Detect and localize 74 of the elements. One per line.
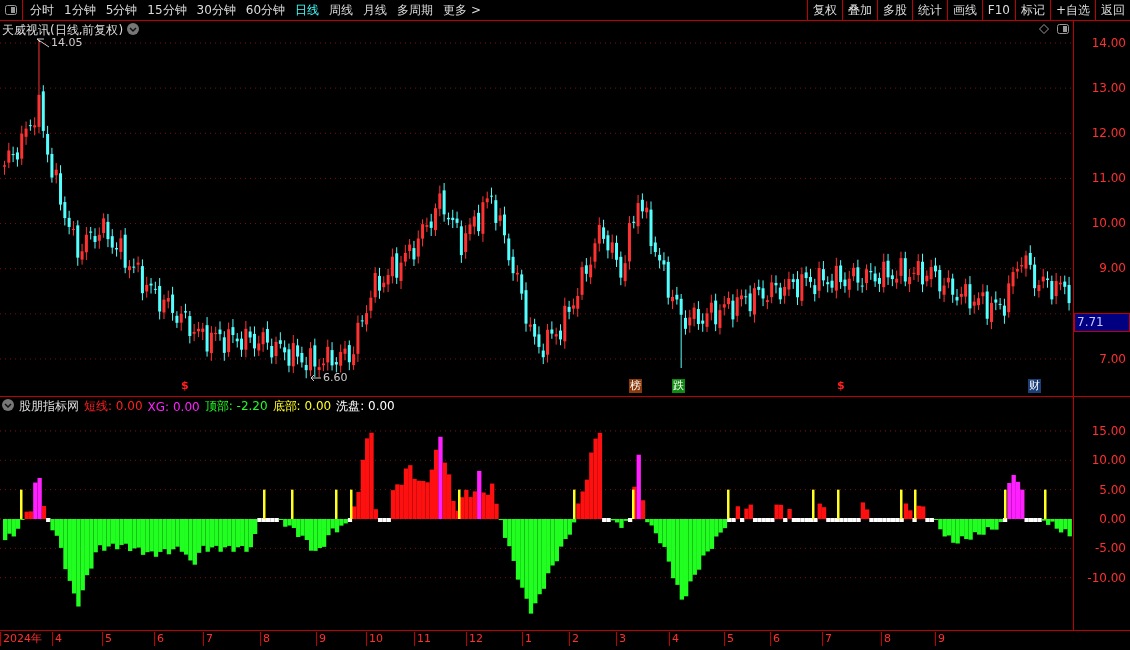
- period-tab[interactable]: 5分钟: [100, 0, 143, 20]
- date-axis-label: 3: [616, 632, 626, 646]
- indicator-name: 股朋指标网: [19, 398, 79, 415]
- legend-value: XG: 0.00: [147, 399, 200, 414]
- diamond-icon[interactable]: [1039, 24, 1049, 34]
- date-axis-label: 8: [260, 632, 270, 646]
- event-badge: 榜: [629, 379, 642, 393]
- date-axis-label: 9: [316, 632, 326, 646]
- period-tab[interactable]: 15分钟: [142, 0, 192, 20]
- period-tab[interactable]: 分时: [25, 0, 59, 20]
- legend-value: 顶部: -2.20: [204, 398, 268, 415]
- date-axis-label: 6: [770, 632, 780, 646]
- date-axis-label: 2: [569, 632, 579, 646]
- period-tab[interactable]: 更多 >: [438, 0, 486, 20]
- indicator-tick-label: 0.00: [1099, 512, 1126, 527]
- date-axis-label: 5: [102, 632, 112, 646]
- indicator-tick-label: -5.00: [1094, 541, 1126, 556]
- leader-arrow-icon: [310, 373, 322, 382]
- period-tab[interactable]: 日线: [290, 0, 325, 20]
- leader-arrow-icon: [36, 37, 50, 48]
- toolbar-button[interactable]: F10: [981, 0, 1015, 20]
- period-tab[interactable]: 60分钟: [240, 0, 291, 20]
- low-price-label: 6.60: [323, 371, 348, 384]
- date-axis-label: 10: [366, 632, 383, 646]
- date-axis-label: 7: [203, 632, 213, 646]
- panel-toggle-icon[interactable]: [5, 5, 17, 15]
- toolbar-button[interactable]: 标记: [1014, 0, 1050, 20]
- price-tick-label: 10.00: [1091, 216, 1126, 230]
- indicator-tick-label: 5.00: [1099, 482, 1126, 497]
- date-axis-label: 7: [822, 632, 832, 646]
- signal-mark: $: [836, 379, 846, 393]
- signal-mark: $: [180, 379, 190, 393]
- toolbar-button[interactable]: 多股: [876, 0, 912, 20]
- price-tick-label: 9.00: [1099, 261, 1126, 275]
- price-tick-label: 7.00: [1099, 352, 1126, 366]
- price-tick-label: 13.00: [1091, 81, 1126, 95]
- price-tick-label: 11.00: [1091, 171, 1126, 185]
- panel-toggle-icon[interactable]: [1057, 24, 1069, 34]
- period-tab[interactable]: 多周期: [392, 0, 439, 20]
- price-tick-label: 12.00: [1091, 126, 1126, 140]
- toolbar-button[interactable]: 画线: [946, 0, 982, 20]
- toolbar-button[interactable]: 统计: [911, 0, 947, 20]
- legend-value: 底部: 0.00: [272, 398, 332, 415]
- period-tab[interactable]: 30分钟: [191, 0, 241, 20]
- date-axis-label: 4: [669, 632, 679, 646]
- price-tick-label: 14.00: [1091, 36, 1126, 50]
- legend-value: 短线: 0.00: [84, 398, 143, 415]
- date-axis-label: 9: [935, 632, 945, 646]
- chart-title: 天威视讯(日线,前复权): [2, 22, 124, 38]
- date-axis-label: 4: [52, 632, 62, 646]
- chevron-down-icon[interactable]: [127, 23, 140, 35]
- high-price-label: 14.05: [51, 36, 83, 49]
- event-badge: 财: [1028, 379, 1041, 393]
- date-axis-label: 12: [466, 632, 483, 646]
- legend-value: 洗盘: 0.00: [336, 398, 395, 415]
- period-tab[interactable]: 周线: [324, 0, 359, 20]
- toolbar-button[interactable]: 叠加: [841, 0, 877, 20]
- current-price-badge: 7.71: [1074, 313, 1130, 332]
- toolbar-button[interactable]: +自选: [1049, 0, 1095, 20]
- date-axis-label: 1: [522, 632, 532, 646]
- toolbar-button[interactable]: 返回: [1095, 0, 1130, 20]
- indicator-tick-label: 15.00: [1091, 424, 1126, 438]
- indicator-tick-label: -10.00: [1087, 570, 1126, 585]
- indicator-tick-label: 10.00: [1091, 453, 1126, 468]
- event-badge: 跌: [672, 379, 685, 393]
- date-axis-label: 11: [414, 632, 431, 646]
- date-axis-label: 6: [154, 632, 164, 646]
- date-axis-label: 8: [881, 632, 891, 646]
- period-tab[interactable]: 1分钟: [59, 0, 101, 20]
- period-tab[interactable]: 月线: [358, 0, 393, 20]
- date-axis-label: 5: [724, 632, 734, 646]
- chevron-down-icon[interactable]: [2, 399, 14, 411]
- date-axis-label: 2024年: [0, 632, 42, 646]
- toolbar-button[interactable]: 复权: [806, 0, 842, 20]
